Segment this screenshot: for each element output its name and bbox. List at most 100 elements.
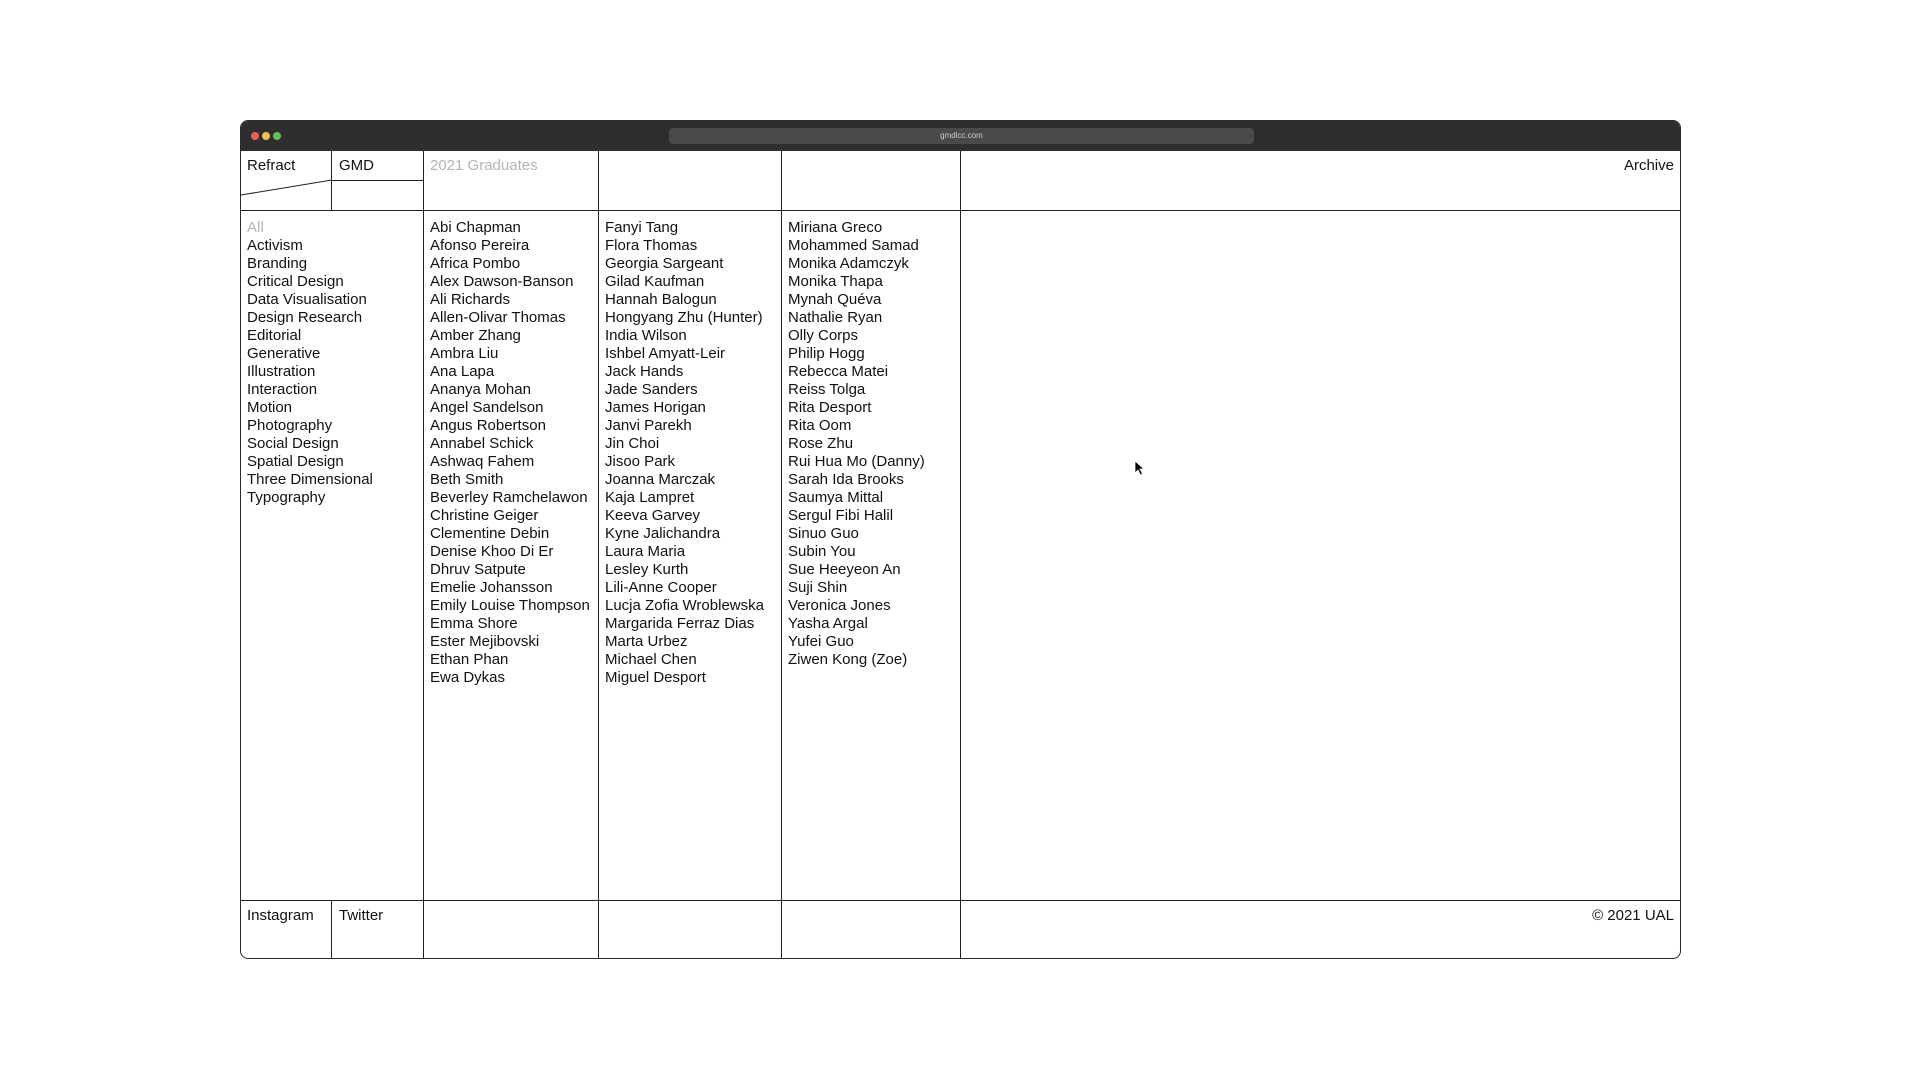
graduate-link[interactable]: Ishbel Amyatt-Leir — [605, 345, 764, 363]
graduate-link[interactable]: Lili-Anne Cooper — [605, 579, 764, 597]
graduate-link[interactable]: Georgia Sargeant — [605, 255, 764, 273]
graduate-link[interactable]: Laura Maria — [605, 543, 764, 561]
graduate-link[interactable]: Amber Zhang — [430, 327, 590, 345]
graduate-link[interactable]: Sue Heeyeon An — [788, 561, 925, 579]
graduate-link[interactable]: Olly Corps — [788, 327, 925, 345]
graduate-link[interactable]: Yasha Argal — [788, 615, 925, 633]
category-filter-illustration[interactable]: Illustration — [247, 363, 373, 381]
graduate-link[interactable]: Michael Chen — [605, 651, 764, 669]
graduate-link[interactable]: Sergul Fibi Halil — [788, 507, 925, 525]
address-bar[interactable]: gmdlcc.com — [669, 128, 1254, 144]
graduate-link[interactable]: Beth Smith — [430, 471, 590, 489]
graduate-link[interactable]: Mohammed Samad — [788, 237, 925, 255]
graduate-link[interactable]: Gilad Kaufman — [605, 273, 764, 291]
graduate-link[interactable]: Jin Choi — [605, 435, 764, 453]
graduate-link[interactable]: Kaja Lampret — [605, 489, 764, 507]
graduate-link[interactable]: Dhruv Satpute — [430, 561, 590, 579]
category-filter-design-research[interactable]: Design Research — [247, 309, 373, 327]
graduate-link[interactable]: Jisoo Park — [605, 453, 764, 471]
graduate-link[interactable]: Ashwaq Fahem — [430, 453, 590, 471]
graduate-link[interactable]: Emelie Johansson — [430, 579, 590, 597]
graduate-link[interactable]: Sinuo Guo — [788, 525, 925, 543]
instagram-link[interactable]: Instagram — [247, 907, 314, 925]
category-filter-critical-design[interactable]: Critical Design — [247, 273, 373, 291]
graduate-link[interactable]: Hongyang Zhu (Hunter) — [605, 309, 764, 327]
category-filter-branding[interactable]: Branding — [247, 255, 373, 273]
graduate-link[interactable]: Ziwen Kong (Zoe) — [788, 651, 925, 669]
graduate-link[interactable]: Rita Oom — [788, 417, 925, 435]
category-filter-social-design[interactable]: Social Design — [247, 435, 373, 453]
twitter-link[interactable]: Twitter — [339, 907, 383, 925]
graduate-link[interactable]: Lesley Kurth — [605, 561, 764, 579]
category-filter-typography[interactable]: Typography — [247, 489, 373, 507]
graduate-link[interactable]: Angus Robertson — [430, 417, 590, 435]
graduate-link[interactable]: Sarah Ida Brooks — [788, 471, 925, 489]
minimize-window-button[interactable] — [262, 132, 270, 140]
graduate-link[interactable]: Fanyi Tang — [605, 219, 764, 237]
graduate-link[interactable]: India Wilson — [605, 327, 764, 345]
graduate-link[interactable]: Ali Richards — [430, 291, 590, 309]
graduate-link[interactable]: Angel Sandelson — [430, 399, 590, 417]
graduate-link[interactable]: Jade Sanders — [605, 381, 764, 399]
graduate-link[interactable]: Veronica Jones — [788, 597, 925, 615]
category-filter-all[interactable]: All — [247, 219, 373, 237]
graduate-link[interactable]: Beverley Ramchelawon — [430, 489, 590, 507]
graduate-link[interactable]: Africa Pombo — [430, 255, 590, 273]
graduate-link[interactable]: Reiss Tolga — [788, 381, 925, 399]
category-filter-three-dimensional[interactable]: Three Dimensional — [247, 471, 373, 489]
graduate-link[interactable]: Emma Shore — [430, 615, 590, 633]
graduate-link[interactable]: Lucja Zofia Wroblewska — [605, 597, 764, 615]
graduate-link[interactable]: Janvi Parekh — [605, 417, 764, 435]
graduate-link[interactable]: Hannah Balogun — [605, 291, 764, 309]
graduate-link[interactable]: Joanna Marczak — [605, 471, 764, 489]
category-filter-data-visualisation[interactable]: Data Visualisation — [247, 291, 373, 309]
graduate-link[interactable]: Miguel Desport — [605, 669, 764, 687]
graduate-link[interactable]: Mynah Quéva — [788, 291, 925, 309]
graduate-link[interactable]: Saumya Mittal — [788, 489, 925, 507]
graduate-link[interactable]: Ananya Mohan — [430, 381, 590, 399]
graduate-link[interactable]: Nathalie Ryan — [788, 309, 925, 327]
graduate-link[interactable]: Alex Dawson-Banson — [430, 273, 590, 291]
graduate-link[interactable]: Annabel Schick — [430, 435, 590, 453]
graduate-link[interactable]: Ethan Phan — [430, 651, 590, 669]
close-window-button[interactable] — [251, 132, 259, 140]
graduate-link[interactable]: Ambra Liu — [430, 345, 590, 363]
graduate-link[interactable]: Margarida Ferraz Dias — [605, 615, 764, 633]
course-link[interactable]: GMD — [339, 157, 374, 175]
graduate-link[interactable]: Jack Hands — [605, 363, 764, 381]
graduate-link[interactable]: James Horigan — [605, 399, 764, 417]
graduate-link[interactable]: Yufei Guo — [788, 633, 925, 651]
maximize-window-button[interactable] — [273, 132, 281, 140]
graduate-link[interactable]: Afonso Pereira — [430, 237, 590, 255]
graduate-link[interactable]: Abi Chapman — [430, 219, 590, 237]
graduate-link[interactable]: Philip Hogg — [788, 345, 925, 363]
graduate-link[interactable]: Allen-Olivar Thomas — [430, 309, 590, 327]
graduate-link[interactable]: Clementine Debin — [430, 525, 590, 543]
graduate-link[interactable]: Monika Thapa — [788, 273, 925, 291]
category-filter-photography[interactable]: Photography — [247, 417, 373, 435]
graduate-link[interactable]: Emily Louise Thompson — [430, 597, 590, 615]
graduate-link[interactable]: Rita Desport — [788, 399, 925, 417]
graduate-link[interactable]: Flora Thomas — [605, 237, 764, 255]
graduate-link[interactable]: Suji Shin — [788, 579, 925, 597]
graduate-link[interactable]: Christine Geiger — [430, 507, 590, 525]
graduate-link[interactable]: Ana Lapa — [430, 363, 590, 381]
archive-link[interactable]: Archive — [1624, 157, 1674, 175]
graduate-link[interactable]: Ester Mejibovski — [430, 633, 590, 651]
graduate-link[interactable]: Rebecca Matei — [788, 363, 925, 381]
category-filter-motion[interactable]: Motion — [247, 399, 373, 417]
category-filter-interaction[interactable]: Interaction — [247, 381, 373, 399]
category-filter-editorial[interactable]: Editorial — [247, 327, 373, 345]
graduate-link[interactable]: Subin You — [788, 543, 925, 561]
graduate-link[interactable]: Kyne Jalichandra — [605, 525, 764, 543]
graduate-link[interactable]: Rose Zhu — [788, 435, 925, 453]
graduate-link[interactable]: Denise Khoo Di Er — [430, 543, 590, 561]
graduate-link[interactable]: Miriana Greco — [788, 219, 925, 237]
category-filter-generative[interactable]: Generative — [247, 345, 373, 363]
graduate-link[interactable]: Keeva Garvey — [605, 507, 764, 525]
graduate-link[interactable]: Ewa Dykas — [430, 669, 590, 687]
graduate-link[interactable]: Rui Hua Mo (Danny) — [788, 453, 925, 471]
graduate-link[interactable]: Monika Adamczyk — [788, 255, 925, 273]
brand-link[interactable]: Refract — [247, 157, 295, 175]
category-filter-activism[interactable]: Activism — [247, 237, 373, 255]
